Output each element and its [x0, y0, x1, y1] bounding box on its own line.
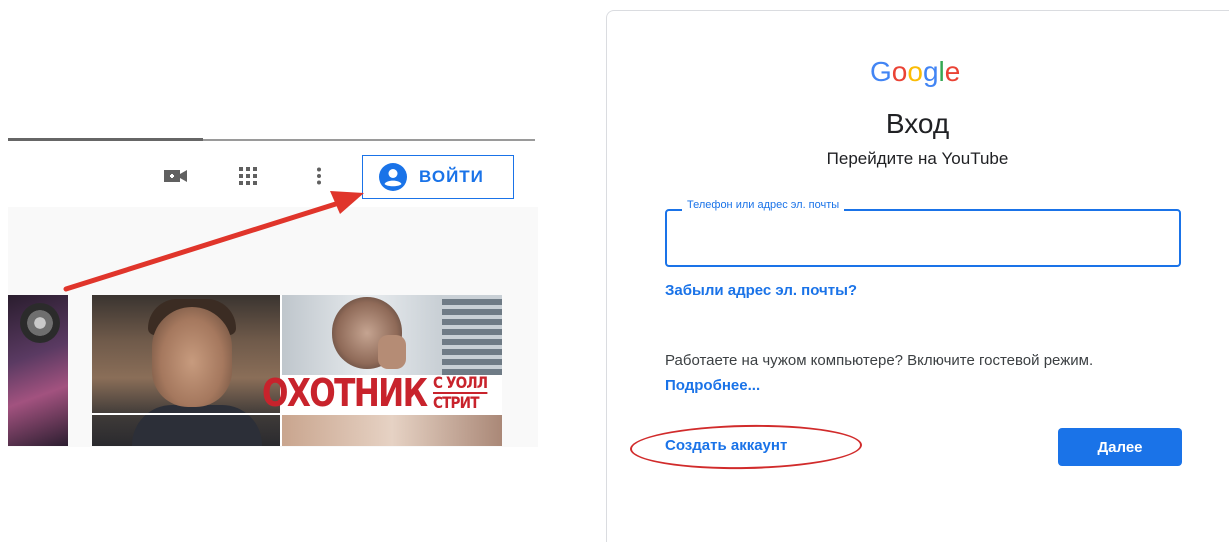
google-logo-letter: g: [922, 56, 939, 87]
google-logo-letter: o: [891, 56, 908, 87]
email-field[interactable]: [665, 209, 1181, 267]
google-logo: Google: [870, 56, 960, 88]
signin-title: Вход: [885, 108, 950, 139]
guest-mode-message: Работаете на чужом компьютере? Включите …: [665, 352, 1094, 369]
learn-more-link[interactable]: Подробнее...: [665, 377, 760, 394]
signin-subtitle: Перейдите на YouTube: [826, 149, 1009, 168]
email-field-label: Телефон или адрес эл. почты: [682, 199, 845, 211]
annotation-arrow: [63, 191, 364, 292]
google-logo-letter: o: [907, 56, 923, 87]
forgot-email-link[interactable]: Забыли адрес эл. почты?: [665, 282, 857, 299]
guest-mode-text: Работаете на чужом компьютере? Включите …: [665, 348, 1185, 398]
next-button[interactable]: Далее: [1058, 428, 1182, 466]
email-input[interactable]: [667, 211, 1179, 265]
google-logo-letter: e: [944, 56, 961, 87]
google-logo-letter: G: [870, 56, 892, 87]
create-account-link[interactable]: Создать аккаунт: [665, 437, 787, 454]
